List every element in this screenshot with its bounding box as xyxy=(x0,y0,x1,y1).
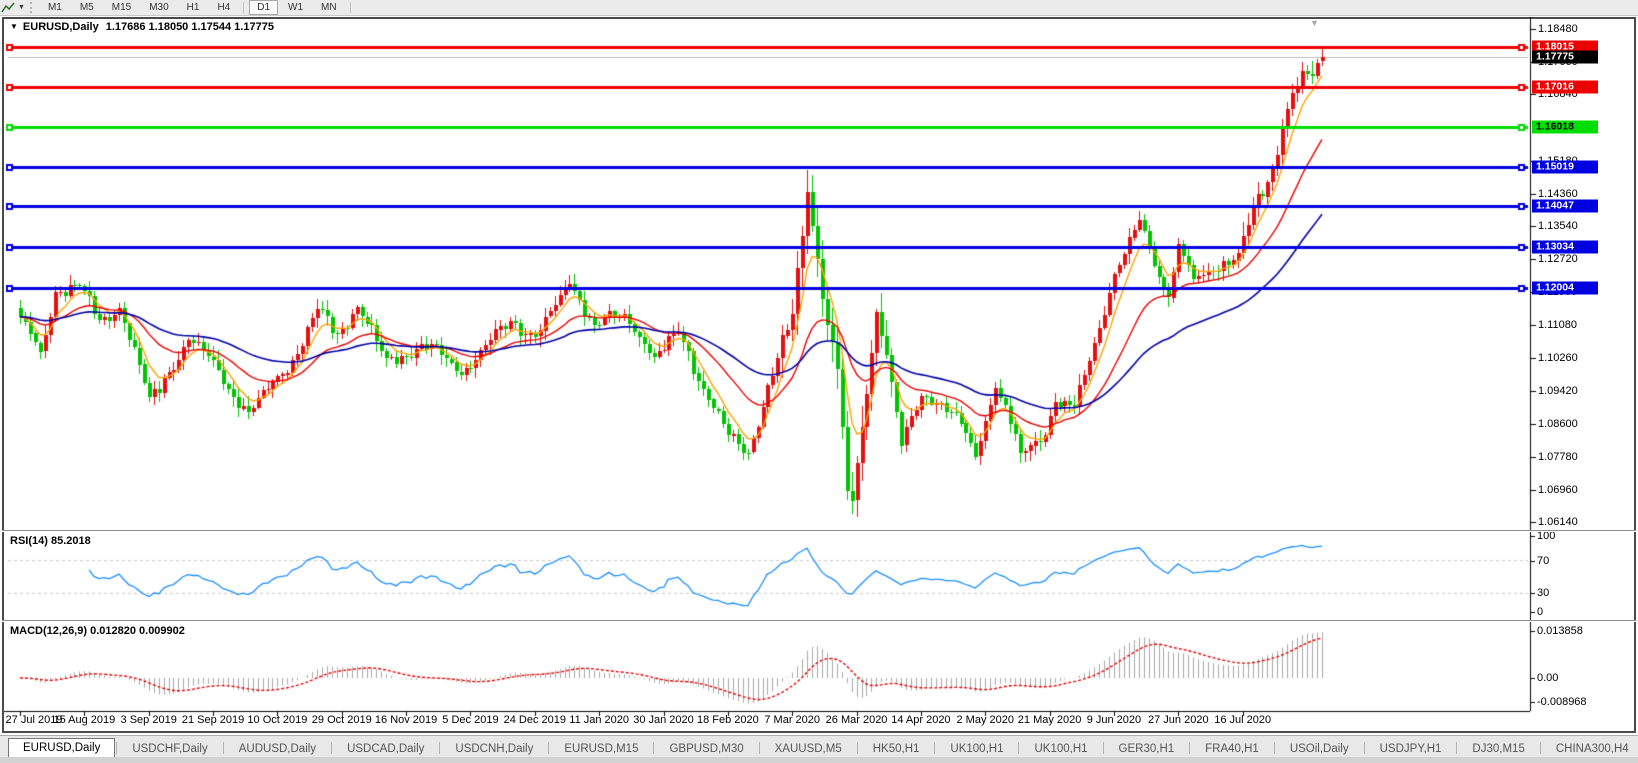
tab-divider xyxy=(548,742,549,754)
chart-tab-dj30-m15[interactable]: DJ30,M15 xyxy=(1458,741,1538,758)
chart-tab-usdchf-daily[interactable]: USDCHF,Daily xyxy=(118,741,221,758)
tab-divider xyxy=(1540,742,1541,754)
tab-divider xyxy=(1364,742,1365,754)
pane-splitter-macd[interactable] xyxy=(2,620,1636,622)
chart-tab-china300-h4[interactable]: CHINA300,H4 xyxy=(1542,741,1638,758)
chart-tab-audusd-daily[interactable]: AUDUSD,Daily xyxy=(225,741,330,758)
chart-tab-usdcnh-daily[interactable]: USDCNH,Daily xyxy=(441,741,547,758)
tab-divider xyxy=(1018,742,1019,754)
chart-tab-usdjpy-h1[interactable]: USDJPY,H1 xyxy=(1366,741,1456,758)
chart-tab-usdcad-daily[interactable]: USDCAD,Daily xyxy=(333,741,438,758)
chart-tab-bar: EURUSD,DailyUSDCHF,DailyAUDUSD,DailyUSDC… xyxy=(0,735,1638,758)
tab-divider xyxy=(116,742,117,754)
chart-tab-fra40-h1[interactable]: FRA40,H1 xyxy=(1191,741,1273,758)
tab-divider xyxy=(1189,742,1190,754)
chart-tab-uk100-h1[interactable]: UK100,H1 xyxy=(1020,741,1101,758)
chart-plot-area[interactable] xyxy=(0,0,1638,763)
chart-tab-xauusd-m5[interactable]: XAUUSD,M5 xyxy=(761,741,856,758)
tab-divider xyxy=(653,742,654,754)
chart-tab-usoil-daily[interactable]: USOil,Daily xyxy=(1276,741,1363,758)
tab-divider xyxy=(439,742,440,754)
chart-tab-ger30-h1[interactable]: GER30,H1 xyxy=(1105,741,1189,758)
tab-divider xyxy=(331,742,332,754)
tab-divider xyxy=(934,742,935,754)
chart-tab-hk50-h1[interactable]: HK50,H1 xyxy=(859,741,934,758)
tab-divider xyxy=(1103,742,1104,754)
chart-tab-eurusd-daily[interactable]: EURUSD,Daily xyxy=(8,738,115,758)
chart-tab-eurusd-m15[interactable]: EURUSD,M15 xyxy=(550,741,652,758)
tab-divider xyxy=(1456,742,1457,754)
chart-tab-gbpusd-m30[interactable]: GBPUSD,M30 xyxy=(655,741,757,758)
tab-divider xyxy=(857,742,858,754)
tab-divider xyxy=(1274,742,1275,754)
mt4-terminal: ▼ M1M5M15M30H1H4D1W1MN ▼EURUSD,Daily1.17… xyxy=(0,0,1638,763)
status-bar xyxy=(0,757,1638,763)
tab-divider xyxy=(759,742,760,754)
chart-tab-uk100-h1[interactable]: UK100,H1 xyxy=(936,741,1017,758)
pane-splitter-rsi[interactable] xyxy=(2,530,1636,532)
tab-divider xyxy=(223,742,224,754)
